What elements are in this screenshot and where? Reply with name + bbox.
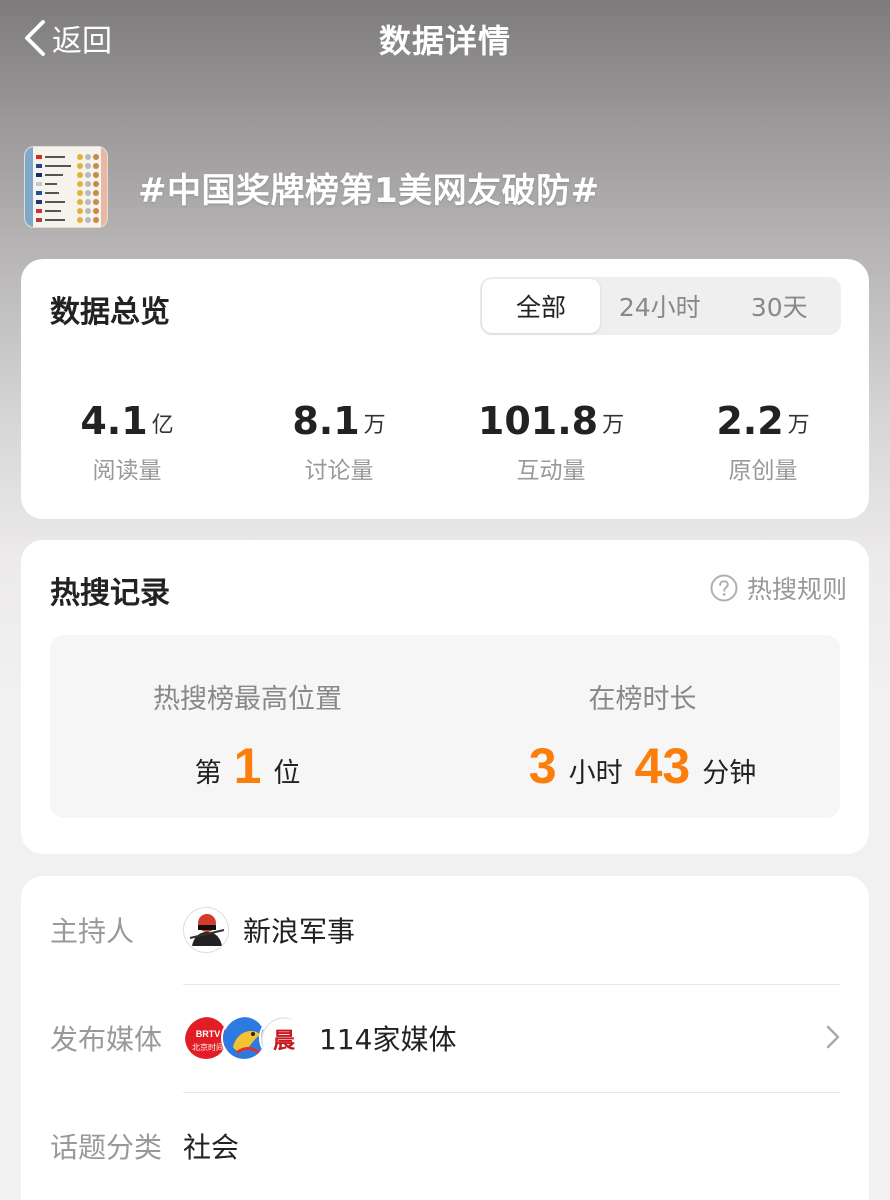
chevron-right-icon <box>826 1025 840 1049</box>
duration-minutes: 43 <box>634 738 691 794</box>
peak-rank-label: 热搜榜最高位置 <box>153 684 342 715</box>
stat-value: 4.1 <box>80 399 148 443</box>
stats-row: 4.1 亿 阅读量 8.1 万 讨论量 101.8 万 互动量 2.2 万 原创… <box>21 397 869 485</box>
rank-suffix: 位 <box>273 758 301 789</box>
stat-value: 2.2 <box>716 399 784 443</box>
host-avatar <box>183 907 229 953</box>
stat-interactions: 101.8 万 互动量 <box>445 397 657 485</box>
media-logo-text: BRTV <box>196 1029 221 1039</box>
peak-rank-block: 热搜榜最高位置 第 1 位 <box>50 635 445 818</box>
tab-all[interactable]: 全部 <box>482 279 600 333</box>
hot-search-summary: 热搜榜最高位置 第 1 位 在榜时长 3 小时 43 分钟 <box>50 635 840 818</box>
stat-unit: 万 <box>602 413 625 438</box>
page-title: 数据详情 <box>378 22 511 60</box>
media-count: 114家媒体 <box>319 1023 457 1056</box>
stat-value: 8.1 <box>292 399 360 443</box>
rules-label: 热搜规则 <box>746 575 847 604</box>
stat-discussions: 8.1 万 讨论量 <box>233 397 445 485</box>
stat-originals: 2.2 万 原创量 <box>657 397 869 485</box>
media-label: 发布媒体 <box>50 1023 163 1056</box>
tab-30d[interactable]: 30天 <box>720 279 840 333</box>
tab-24h[interactable]: 24小时 <box>600 279 720 333</box>
stat-unit: 万 <box>363 413 386 438</box>
stat-label: 互动量 <box>516 458 586 484</box>
host-label: 主持人 <box>50 915 135 948</box>
topic-header: #中国奖牌榜第1美网友破防# <box>24 146 600 228</box>
topic-title: #中国奖牌榜第1美网友破防# <box>138 170 600 211</box>
category-row: 话题分类 社会 <box>21 1092 869 1200</box>
duration-block: 在榜时长 3 小时 43 分钟 <box>445 635 840 818</box>
rank-number: 1 <box>233 738 262 794</box>
duration-hours-unit: 小时 <box>568 758 623 789</box>
stat-unit: 万 <box>787 413 810 438</box>
duration-hours: 3 <box>528 738 557 794</box>
stat-label: 讨论量 <box>304 458 374 484</box>
stat-label: 阅读量 <box>92 458 162 484</box>
category-label: 话题分类 <box>50 1131 163 1164</box>
stat-label: 原创量 <box>728 458 798 484</box>
media-avatars: BRTV 北京时间 晨 <box>183 1015 305 1061</box>
host-row[interactable]: 主持人 新浪军事 <box>21 876 869 984</box>
hot-search-heading: 热搜记录 <box>50 576 170 611</box>
hot-search-rules-link[interactable]: 热搜规则 <box>709 570 847 606</box>
media-row[interactable]: 发布媒体 BRTV 北京时间 晨 114家媒体 <box>21 984 869 1092</box>
topic-info-card: 主持人 新浪军事 发布媒体 BRTV 北京时间 晨 114家媒体 话题分类 社会 <box>21 876 869 1200</box>
duration-minutes-unit: 分钟 <box>702 758 757 789</box>
media-logo-text: 晨 <box>273 1028 296 1054</box>
media-avatar-morning: 晨 <box>259 1015 305 1061</box>
topic-thumbnail <box>24 146 108 228</box>
stat-unit: 亿 <box>151 413 174 438</box>
host-name: 新浪军事 <box>243 915 356 948</box>
media-logo-text: 北京时间 <box>192 1042 224 1052</box>
nav-bar: 返回 数据详情 <box>0 0 890 80</box>
stat-value: 101.8 <box>477 399 599 443</box>
question-circle-icon <box>710 574 738 602</box>
rank-prefix: 第 <box>194 758 222 789</box>
duration-label: 在榜时长 <box>588 684 697 715</box>
stat-reads: 4.1 亿 阅读量 <box>21 397 233 485</box>
category-value: 社会 <box>183 1131 240 1164</box>
overview-card: 数据总览 全部 24小时 30天 4.1 亿 阅读量 8.1 万 讨论量 101… <box>21 259 869 519</box>
hot-search-card: 热搜记录 热搜规则 热搜榜最高位置 第 1 位 在榜时长 3 小时 43 分钟 <box>21 540 869 854</box>
overview-heading: 数据总览 <box>50 295 170 330</box>
time-range-tabs: 全部 24小时 30天 <box>480 277 841 335</box>
